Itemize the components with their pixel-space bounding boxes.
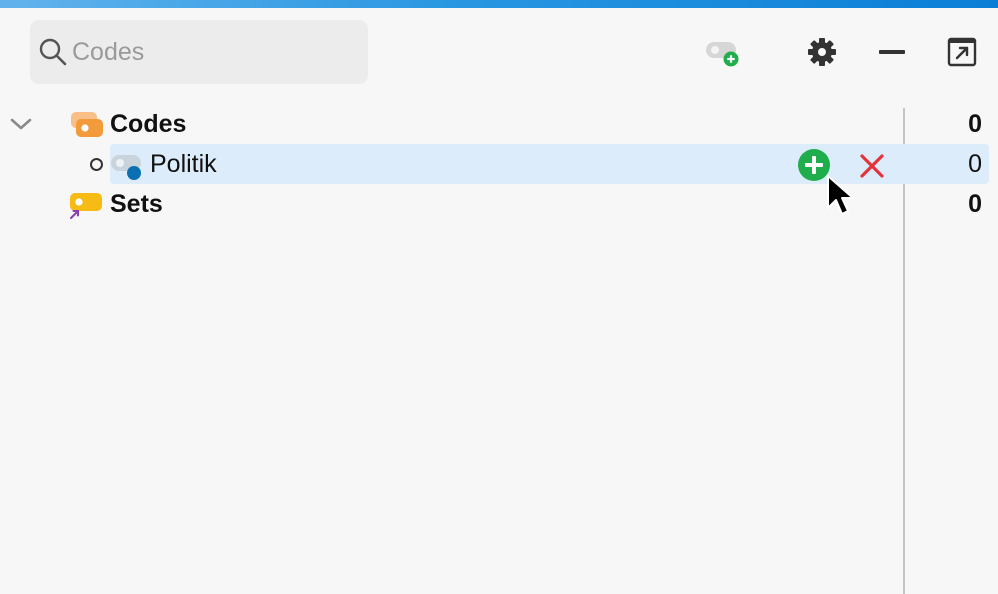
- gear-icon: [808, 38, 836, 66]
- delete-code-button[interactable]: [858, 152, 886, 180]
- tree-count-sets: 0: [968, 190, 982, 218]
- new-code-button[interactable]: [700, 34, 744, 70]
- code-folder-icon: [71, 112, 103, 137]
- tree-row-politik[interactable]: Politik 0: [0, 144, 998, 184]
- undock-icon: [947, 37, 977, 67]
- undock-button[interactable]: [942, 32, 982, 72]
- minimize-button[interactable]: [872, 32, 912, 72]
- tree-label-sets: Sets: [110, 190, 163, 218]
- activation-toggle[interactable]: [90, 158, 103, 171]
- add-subcode-button[interactable]: [797, 148, 831, 182]
- sets-icon: [70, 193, 102, 219]
- new-code-icon: [706, 42, 739, 67]
- tree-row-codes[interactable]: Codes 0: [0, 104, 998, 144]
- code-system-window: Codes 0 Politik 0 Sets 0: [0, 0, 998, 594]
- tree-row-sets[interactable]: Sets 0: [0, 184, 998, 224]
- tree-count-politik: 0: [968, 150, 982, 178]
- tree-count-codes: 0: [968, 110, 982, 138]
- code-icon: [111, 155, 141, 180]
- window-title-gradient: [0, 0, 998, 8]
- search-box[interactable]: [30, 20, 368, 84]
- search-input[interactable]: [72, 32, 352, 72]
- search-icon: [39, 38, 67, 66]
- settings-button[interactable]: [802, 32, 842, 72]
- tree-label-codes: Codes: [110, 110, 187, 138]
- chevron-down-icon[interactable]: [8, 114, 34, 134]
- minus-icon: [879, 50, 905, 54]
- tree-label-politik: Politik: [150, 150, 217, 178]
